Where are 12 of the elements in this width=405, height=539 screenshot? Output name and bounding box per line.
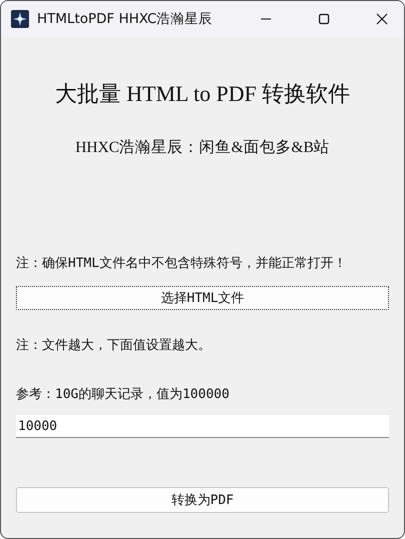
maximize-icon[interactable] (318, 13, 330, 25)
window-title: HTMLtoPDF HHXC浩瀚星辰 (37, 10, 213, 28)
value-input-field[interactable]: 10000 (16, 415, 389, 438)
app-heading: 大批量 HTML to PDF 转换软件 (54, 80, 351, 108)
star-logo-icon (11, 10, 29, 28)
close-icon[interactable] (376, 13, 388, 25)
convert-button[interactable]: 转换为PDF (16, 487, 389, 513)
select-file-button[interactable]: 选择HTML文件 (16, 286, 389, 310)
reference-text: 参考：10G的聊天记录，值为100000 (16, 386, 230, 403)
note-text: 注：确保HTML文件名中不包含特殊符号，并能正常打开！ (16, 255, 348, 272)
author-subtitle: HHXC浩瀚星辰：闲鱼&面包多&B站 (74, 138, 331, 158)
note-text: 注：文件越大，下面值设置越大。 (16, 337, 212, 354)
